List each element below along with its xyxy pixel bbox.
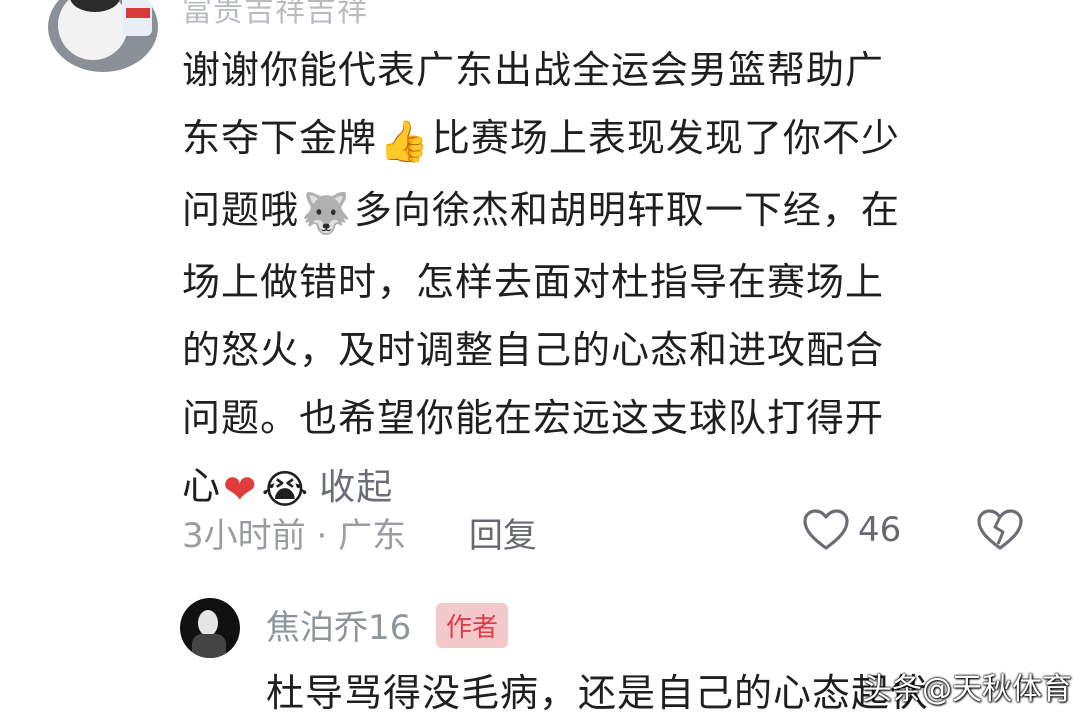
comment-meta: 3小时前 · 广东 回复 [182,508,537,557]
dislike-broken-heart-icon[interactable] [976,508,1024,552]
author-avatar-body [192,634,226,658]
author-avatar-face [198,610,218,636]
avatar-cup [122,0,152,36]
thumbs-up-icon: 👍 [379,119,430,165]
comment-line-2: 东夺下金牌 [182,116,378,160]
comment-line-7: 的怒火，及时调整自己的心态和进攻配合 [182,328,885,372]
collapse-button[interactable]: 收起 [319,467,393,508]
meta-separator: · [316,516,328,556]
comment-location: 广东 [338,516,407,556]
comment-line-3: 比赛场上表现发现了你不少 [431,116,900,160]
like-count: 46 [858,510,902,550]
husky-emoji-icon: 🐺 [301,191,352,237]
comment-line-6: 场上做错时，怎样去面对杜指导在赛场上 [182,260,885,304]
author-avatar[interactable] [180,598,240,658]
commenter-username[interactable]: 富贵吉祥吉祥 [182,0,368,30]
comment-body: 谢谢你能代表广东出战全运会男篮帮助广 东夺下金牌👍比赛场上表现发现了你不少 问题… [182,36,1022,524]
comment-line-4: 问题哦 [182,188,300,232]
comment-time: 3小时前 [182,516,306,556]
comment-line-9: 心 [182,464,222,508]
commenter-avatar[interactable] [48,0,158,72]
reply-button[interactable]: 回复 [469,516,537,556]
comment-line-1: 谢谢你能代表广东出战全运会男篮帮助广 [182,48,885,92]
avatar-cup-label [126,8,150,18]
comment-line-8: 问题。也希望你能在宏远这支球队打得开 [182,396,885,440]
watermark: 头条@天秋体育 [862,672,1072,707]
comment-line-5: 多向徐杰和胡明轩取一下经，在 [353,188,900,232]
author-username[interactable]: 焦泊乔16 [266,600,411,649]
author-badge: 作者 [436,603,509,648]
like-heart-icon[interactable] [802,508,850,552]
